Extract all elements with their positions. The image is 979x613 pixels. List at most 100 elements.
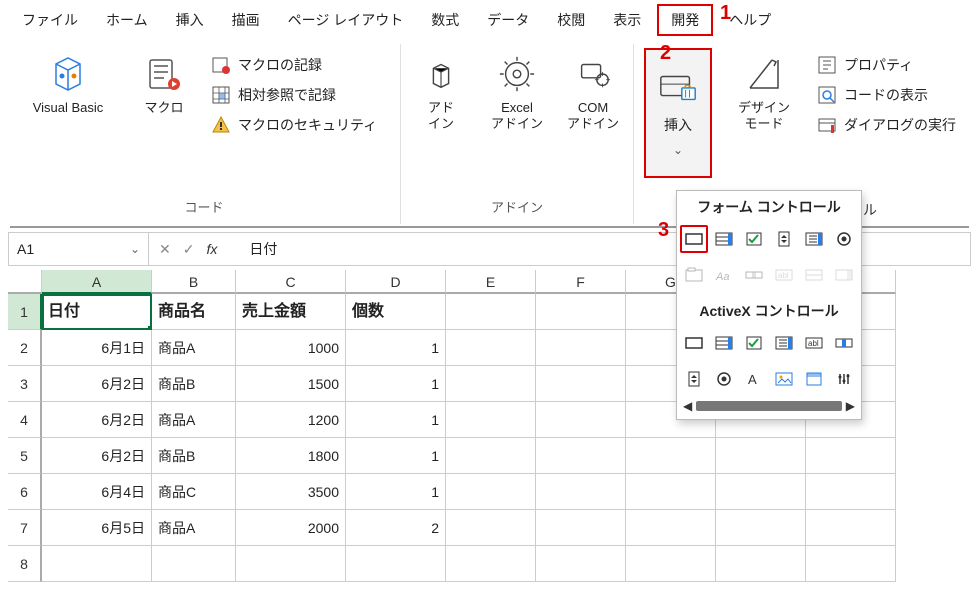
menu-view[interactable]: 表示 bbox=[601, 6, 653, 34]
ax-checkbox-icon[interactable] bbox=[740, 329, 768, 357]
form-combobox-icon[interactable] bbox=[710, 225, 738, 253]
col-header-D[interactable]: D bbox=[346, 270, 446, 294]
menu-review[interactable]: 校閲 bbox=[545, 6, 597, 34]
cell-E1[interactable] bbox=[446, 294, 536, 330]
form-optionbutton-icon[interactable] bbox=[830, 225, 858, 253]
cell[interactable] bbox=[536, 546, 626, 582]
row-header-8[interactable]: 8 bbox=[8, 546, 42, 582]
cell[interactable] bbox=[446, 402, 536, 438]
select-all-corner[interactable] bbox=[8, 270, 42, 294]
ax-morecontrols-icon[interactable] bbox=[830, 365, 858, 393]
cell[interactable] bbox=[446, 330, 536, 366]
menu-page-layout[interactable]: ページ レイアウト bbox=[276, 6, 416, 34]
menu-data[interactable]: データ bbox=[475, 6, 541, 34]
cell[interactable] bbox=[446, 366, 536, 402]
cell-C1[interactable]: 売上金額 bbox=[236, 294, 346, 330]
cell[interactable] bbox=[536, 366, 626, 402]
cell-B1[interactable]: 商品名 bbox=[152, 294, 236, 330]
row-header-5[interactable]: 5 bbox=[8, 438, 42, 474]
cell-A7[interactable]: 6月5日 bbox=[42, 510, 152, 546]
relative-references-button[interactable]: 相対参照で記録 bbox=[210, 84, 390, 106]
menu-insert[interactable]: 挿入 bbox=[164, 6, 216, 34]
cell-D6[interactable]: 1 bbox=[346, 474, 446, 510]
cell-C6[interactable]: 3500 bbox=[236, 474, 346, 510]
cell-B5[interactable]: 商品B bbox=[152, 438, 236, 474]
visual-basic-button[interactable]: Visual Basic bbox=[18, 48, 118, 116]
chevron-down-icon[interactable]: ⌄ bbox=[130, 242, 140, 256]
cell-C7[interactable]: 2000 bbox=[236, 510, 346, 546]
menu-developer[interactable]: 開発 bbox=[657, 4, 713, 36]
row-header-4[interactable]: 4 bbox=[8, 402, 42, 438]
cell[interactable] bbox=[446, 546, 536, 582]
cell-B3[interactable]: 商品B bbox=[152, 366, 236, 402]
ax-combobox-icon[interactable] bbox=[710, 329, 738, 357]
cell[interactable] bbox=[536, 510, 626, 546]
cell-D4[interactable]: 1 bbox=[346, 402, 446, 438]
cell[interactable] bbox=[716, 474, 806, 510]
menu-formulas[interactable]: 数式 bbox=[419, 6, 471, 34]
cell[interactable] bbox=[806, 546, 896, 582]
cell[interactable] bbox=[446, 510, 536, 546]
cell-A1[interactable]: 日付 bbox=[42, 294, 152, 330]
cell-A6[interactable]: 6月4日 bbox=[42, 474, 152, 510]
menu-draw[interactable]: 描画 bbox=[220, 6, 272, 34]
col-header-F[interactable]: F bbox=[536, 270, 626, 294]
form-label-icon[interactable]: Aa bbox=[710, 261, 738, 289]
cell-F1[interactable] bbox=[536, 294, 626, 330]
cell[interactable] bbox=[536, 330, 626, 366]
cell[interactable] bbox=[626, 438, 716, 474]
cell[interactable] bbox=[806, 474, 896, 510]
cell[interactable] bbox=[536, 438, 626, 474]
form-spinbutton-icon[interactable] bbox=[770, 225, 798, 253]
row-header-3[interactable]: 3 bbox=[8, 366, 42, 402]
cell[interactable] bbox=[806, 510, 896, 546]
cell-D2[interactable]: 1 bbox=[346, 330, 446, 366]
cell-C3[interactable]: 1500 bbox=[236, 366, 346, 402]
cell[interactable] bbox=[536, 474, 626, 510]
dropdown-scrollbar[interactable]: ◀ ▶ bbox=[677, 399, 861, 413]
form-listbox-icon[interactable] bbox=[800, 225, 828, 253]
cell-A3[interactable]: 6月2日 bbox=[42, 366, 152, 402]
ax-commandbutton-icon[interactable] bbox=[680, 329, 708, 357]
cell-B2[interactable]: 商品A bbox=[152, 330, 236, 366]
menu-file[interactable]: ファイル bbox=[10, 6, 90, 34]
ax-image-icon[interactable] bbox=[770, 365, 798, 393]
menu-home[interactable]: ホーム bbox=[94, 6, 160, 34]
form-scrollbar-icon[interactable] bbox=[740, 261, 768, 289]
cell[interactable] bbox=[536, 402, 626, 438]
cancel-formula-icon[interactable]: ✕ bbox=[159, 241, 171, 258]
cell[interactable] bbox=[716, 546, 806, 582]
cell-B7[interactable]: 商品A bbox=[152, 510, 236, 546]
row-header-2[interactable]: 2 bbox=[8, 330, 42, 366]
run-dialog-button[interactable]: ダイアログの実行 bbox=[816, 114, 966, 136]
form-groupbox-icon[interactable] bbox=[680, 261, 708, 289]
cell[interactable] bbox=[346, 546, 446, 582]
accept-formula-icon[interactable]: ✓ bbox=[183, 241, 195, 258]
scroll-right-icon[interactable]: ▶ bbox=[846, 399, 855, 413]
cell-D1[interactable]: 個数 bbox=[346, 294, 446, 330]
form-checkbox-icon[interactable] bbox=[740, 225, 768, 253]
form-button-icon[interactable] bbox=[680, 225, 708, 253]
ax-spinbutton-icon[interactable] bbox=[680, 365, 708, 393]
record-macro-button[interactable]: マクロの記録 bbox=[210, 54, 390, 76]
cell-B4[interactable]: 商品A bbox=[152, 402, 236, 438]
excel-addins-button[interactable]: Excel アドイン bbox=[487, 48, 547, 133]
addins-button[interactable]: アド イン bbox=[411, 48, 471, 133]
cell[interactable] bbox=[716, 438, 806, 474]
ax-listbox-icon[interactable] bbox=[770, 329, 798, 357]
row-header-1[interactable]: 1 bbox=[8, 294, 42, 330]
ax-textbox-icon[interactable]: abl bbox=[800, 329, 828, 357]
cell[interactable] bbox=[42, 546, 152, 582]
scroll-left-icon[interactable]: ◀ bbox=[683, 399, 692, 413]
com-addins-button[interactable]: COM アドイン bbox=[563, 48, 623, 133]
ax-togglebutton-icon[interactable] bbox=[800, 365, 828, 393]
scroll-track[interactable] bbox=[696, 401, 842, 411]
cell-A4[interactable]: 6月2日 bbox=[42, 402, 152, 438]
cell[interactable] bbox=[806, 438, 896, 474]
fx-button[interactable]: fx bbox=[206, 241, 217, 257]
cell-A5[interactable]: 6月2日 bbox=[42, 438, 152, 474]
design-mode-button[interactable]: デザイン モード bbox=[728, 48, 800, 133]
properties-button[interactable]: プロパティ bbox=[816, 54, 966, 76]
formula-value[interactable]: 日付 bbox=[249, 239, 277, 259]
view-code-button[interactable]: コードの表示 bbox=[816, 84, 966, 106]
